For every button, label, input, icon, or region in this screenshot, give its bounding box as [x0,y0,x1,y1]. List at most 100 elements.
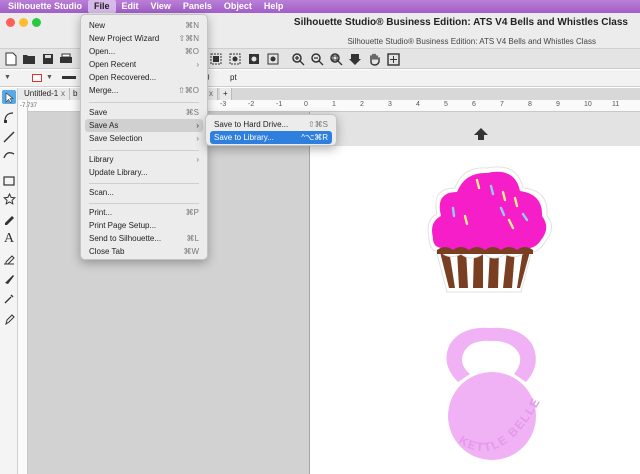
ruler-tick-label: 1 [332,101,336,108]
submenu-arrow-icon: › [196,134,199,143]
print-icon[interactable] [58,51,74,67]
new-document-icon[interactable] [3,51,19,67]
page-up-arrow-icon[interactable] [473,127,489,143]
ruler-tick-label: 4 [416,101,420,108]
file-menu-dropdown: New ⌘N New Project Wizard ⇧⌘N Open... ⌘O Op… [80,14,208,260]
menu-item-close-tab[interactable]: Close Tab ⌘W [85,245,203,258]
design-page[interactable]: KETTLE BELLE [310,146,640,474]
submenu-arrow-icon: › [196,121,199,130]
ruler-tick-label: 10 [584,101,592,108]
menu-object[interactable]: Object [218,0,258,13]
polygon-tool-icon[interactable] [2,192,16,206]
text-tool-icon[interactable]: A [2,231,16,246]
menu-item-open-recovered[interactable]: Open Recovered... [85,71,203,84]
menu-item-save-to-library[interactable]: Save to Library... ^⌥⌘R [210,131,332,144]
menu-separator [89,183,199,184]
kettlebell-design[interactable]: KETTLE BELLE [428,324,566,474]
menu-item-new-project-wizard[interactable]: New Project Wizard ⇧⌘N [85,32,203,45]
eraser-tool-icon[interactable] [2,252,16,266]
line-style-icon[interactable] [62,76,76,79]
ungroup-icon[interactable] [227,51,243,67]
menu-item-scan[interactable]: Scan... [85,186,203,199]
ruler-readout: -7.737 [20,103,38,109]
app-menu[interactable]: Silhouette Studio [0,0,88,13]
open-folder-icon[interactable] [21,51,37,67]
ruler-tick-label: -1 [276,101,283,108]
save-icon[interactable] [40,51,56,67]
ruler-tick-label: 2 [360,101,364,108]
zoom-select-icon[interactable] [328,51,344,67]
pan-hand-icon[interactable] [366,51,382,67]
minimize-window-button[interactable] [19,18,28,27]
menu-separator [89,150,199,151]
ruler-tick-label: 9 [556,101,560,108]
ruler-tick-label: 0 [304,101,308,108]
menu-file[interactable]: File [88,0,116,13]
menu-item-save-selection[interactable]: Save Selection › [85,132,203,145]
rectangle-tool-icon[interactable] [2,174,16,188]
menu-item-send-to-silhouette[interactable]: Send to Silhouette... ⌘L [85,232,203,245]
group-icon[interactable] [208,51,224,67]
menu-item-save-as[interactable]: Save As › [85,119,203,132]
menu-bar: Silhouette Studio File Edit View Panels … [0,0,640,13]
select-tool-icon[interactable] [2,90,16,104]
eyedropper-tool-icon[interactable] [2,292,16,306]
menu-item-open[interactable]: Open... ⌘O [85,45,203,58]
ruler-tick-label: 11 [612,101,620,108]
save-as-submenu: Save to Hard Drive... ⇧⌘S Save to Library… [205,114,337,146]
dropdown-arrow-icon[interactable]: ▼ [4,74,11,81]
point-edit-tool-icon[interactable] [2,110,16,124]
zoom-out-icon[interactable] [309,51,325,67]
add-tab-button[interactable]: + [220,88,232,100]
pen-tool-icon[interactable] [2,312,16,326]
release-compound-icon[interactable] [265,51,281,67]
menu-separator [89,102,199,103]
menu-help[interactable]: Help [258,0,290,13]
ruler-tick-label: 3 [388,101,392,108]
window-subtitle: Silhouette Studio® Business Edition: ATS… [347,37,596,46]
menu-item-print[interactable]: Print... ⌘P [85,206,203,219]
menu-panels[interactable]: Panels [177,0,218,13]
line-color-swatch[interactable] [32,74,42,82]
menu-item-open-recent[interactable]: Open Recent › [85,58,203,71]
knife-tool-icon[interactable] [2,272,16,286]
menu-item-print-page-setup[interactable]: Print Page Setup... [85,219,203,232]
fit-page-icon[interactable] [385,51,401,67]
menu-item-save[interactable]: Save ⌘S [85,106,203,119]
ruler-tick-label: 7 [500,101,504,108]
zoom-in-icon[interactable] [290,51,306,67]
menu-separator [89,203,199,204]
menu-item-merge[interactable]: Merge... ⇧⌘O [85,84,203,97]
menu-item-new[interactable]: New ⌘N [85,19,203,32]
page-top-margin [310,112,640,146]
window-title: Silhouette Studio® Business Edition: ATS… [293,17,628,28]
line-width-unit: pt [230,73,237,82]
ruler-tick-label: 5 [444,101,448,108]
ruler-tick-label: 6 [472,101,476,108]
ruler-tick-label: -2 [248,101,255,108]
tab-label: Untitled-1 [24,89,59,98]
tab-untitled-1[interactable]: Untitled-1 x [18,88,70,100]
zoom-to-fit-icon[interactable] [347,51,363,67]
line-color-dropdown-icon[interactable]: ▼ [46,74,53,81]
cupcake-design[interactable] [413,158,559,296]
line-tool-icon[interactable] [2,130,16,144]
submenu-arrow-icon: › [196,155,199,164]
zoom-window-button[interactable] [32,18,41,27]
compound-path-icon[interactable] [246,51,262,67]
menu-view[interactable]: View [145,0,177,13]
menu-item-save-to-hard-drive[interactable]: Save to Hard Drive... ⇧⌘S [210,118,332,131]
vertical-ruler [18,100,28,474]
menu-edit[interactable]: Edit [116,0,145,13]
submenu-arrow-icon: › [196,60,199,69]
close-window-button[interactable] [6,18,15,27]
left-tool-strip: A [0,88,18,474]
draw-tool-icon[interactable] [2,212,16,226]
ruler-tick-label: -3 [220,101,227,108]
menu-item-update-library[interactable]: Update Library... [85,166,203,179]
menu-item-library[interactable]: Library › [85,153,203,166]
curve-tool-icon[interactable] [2,148,16,162]
tab-close-icon[interactable]: x [61,88,65,100]
tab-label: b [73,89,78,98]
ruler-tick-label: 8 [528,101,532,108]
